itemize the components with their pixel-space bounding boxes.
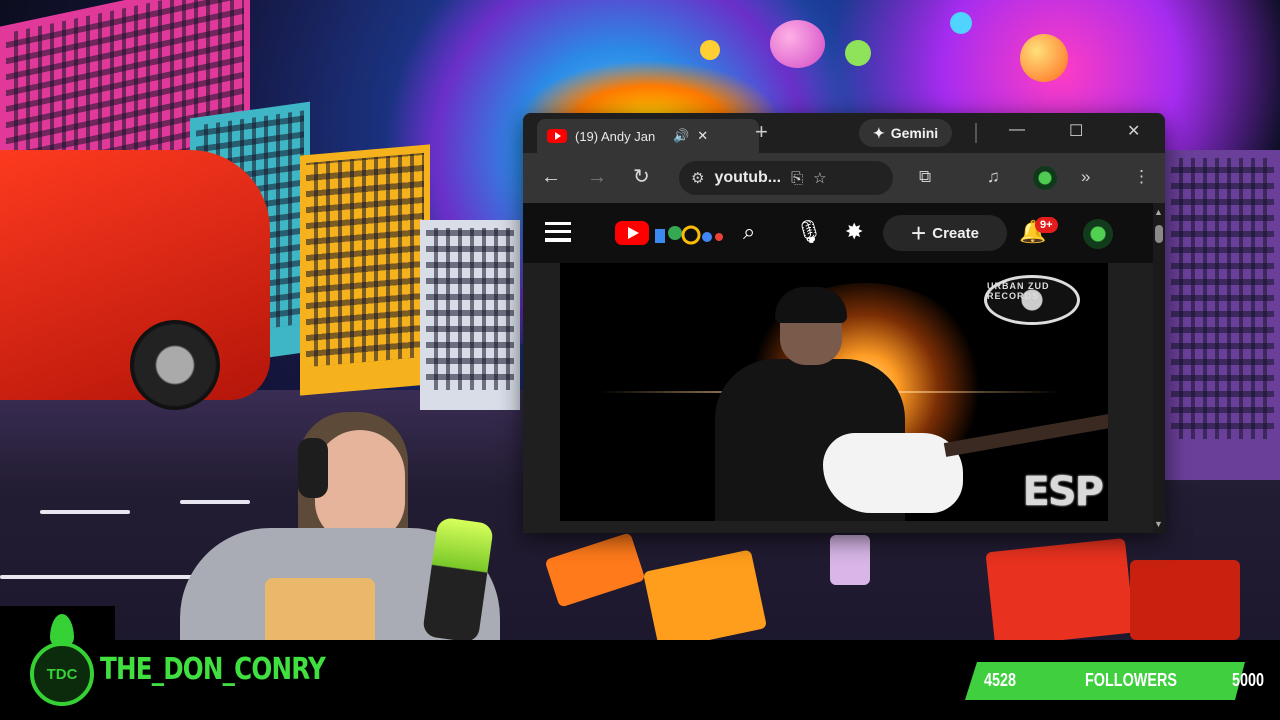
- record-label-logo: URBAN ZUD RECORDS: [984, 275, 1080, 325]
- gemini-button[interactable]: ✦ Gemini: [859, 119, 953, 147]
- new-tab-button[interactable]: +: [755, 121, 768, 143]
- tab-strip: (19) Andy Jan 🔊 ✕ + ✦ Gemini — ☐ ✕: [523, 113, 1165, 153]
- profile-avatar[interactable]: [1033, 166, 1057, 190]
- tdc-logo: TDC: [30, 614, 100, 710]
- stream-scene: (19) Andy Jan 🔊 ✕ + ✦ Gemini — ☐ ✕ ← → ↻…: [0, 0, 1280, 720]
- guitarist-figure: [695, 287, 1108, 521]
- notification-badge: 9+: [1035, 217, 1058, 233]
- speaker-icon[interactable]: 🔊: [673, 128, 689, 144]
- browser-window: (19) Andy Jan 🔊 ✕ + ✦ Gemini — ☐ ✕ ← → ↻…: [523, 113, 1165, 533]
- chevron-more-icon[interactable]: »: [1081, 167, 1090, 187]
- extensions-icon[interactable]: ⧉: [919, 167, 931, 187]
- guitar: [823, 433, 963, 513]
- scroll-down-icon[interactable]: ▼: [1154, 519, 1163, 529]
- youtube-icon: [547, 129, 567, 143]
- divider: [975, 123, 977, 143]
- gemini-label: Gemini: [890, 125, 939, 141]
- ask-sparkle-icon[interactable]: ✸: [845, 219, 863, 245]
- address-toolbar: ← → ↻ ⚙ youtub... ⎘ ☆ ⧉ ♫ » ⋮: [523, 153, 1165, 203]
- tab-title: (19) Andy Jan: [575, 128, 656, 144]
- site-settings-icon[interactable]: ⚙: [691, 169, 704, 187]
- sparkle-icon: ✦: [873, 124, 885, 141]
- follower-goal-label: FOLLOWERS: [1085, 670, 1177, 690]
- page-scrollbar[interactable]: ▲ ▼: [1153, 203, 1165, 533]
- maximize-button[interactable]: ☐: [1069, 121, 1083, 141]
- youtube-logo[interactable]: [615, 221, 649, 245]
- media-controls-icon[interactable]: ♫: [987, 167, 1000, 187]
- hamburger-menu-icon[interactable]: [545, 222, 571, 242]
- tdc-badge: TDC: [30, 642, 94, 706]
- microphone-icon[interactable]: 🎙: [795, 219, 823, 245]
- scrollbar-thumb[interactable]: [1155, 225, 1163, 243]
- minimize-button[interactable]: —: [1009, 121, 1025, 139]
- forward-icon[interactable]: →: [587, 165, 607, 189]
- scroll-up-icon[interactable]: ▲: [1154, 207, 1163, 217]
- streamer-name: THE_DON_CONRY: [100, 652, 326, 687]
- create-label: Create: [932, 224, 979, 242]
- video-player[interactable]: URBAN ZUD RECORDS ESP: [560, 263, 1108, 521]
- close-tab-icon[interactable]: ✕: [697, 128, 708, 144]
- plus-icon: +: [911, 218, 927, 248]
- red-car-illustration: [0, 150, 270, 410]
- esp-logo: ESP: [1022, 469, 1104, 515]
- url-text: youtub...: [714, 169, 782, 186]
- address-bar[interactable]: ⚙ youtub... ⎘ ☆: [679, 161, 893, 195]
- close-window-button[interactable]: ✕: [1127, 121, 1140, 141]
- youtube-avatar[interactable]: [1083, 219, 1113, 249]
- menu-kebab-icon[interactable]: ⋮: [1133, 167, 1150, 187]
- tab-youtube[interactable]: (19) Andy Jan 🔊 ✕: [537, 119, 759, 153]
- create-button[interactable]: + Create: [883, 215, 1007, 251]
- search-icon[interactable]: ⌕: [743, 219, 755, 245]
- youtube-doodle[interactable]: [653, 221, 739, 247]
- youtube-header: ⌕ 🎙 ✸ + Create 🔔 9+: [523, 203, 1153, 263]
- back-icon[interactable]: ←: [541, 165, 561, 189]
- follower-goal-target: 5000: [1232, 670, 1265, 690]
- follower-count: 4528: [984, 670, 1017, 690]
- headset-icon: [298, 438, 328, 498]
- install-app-icon[interactable]: ⎘: [791, 170, 803, 187]
- reload-icon[interactable]: ↻: [633, 165, 650, 189]
- bookmark-star-icon[interactable]: ☆: [813, 169, 826, 187]
